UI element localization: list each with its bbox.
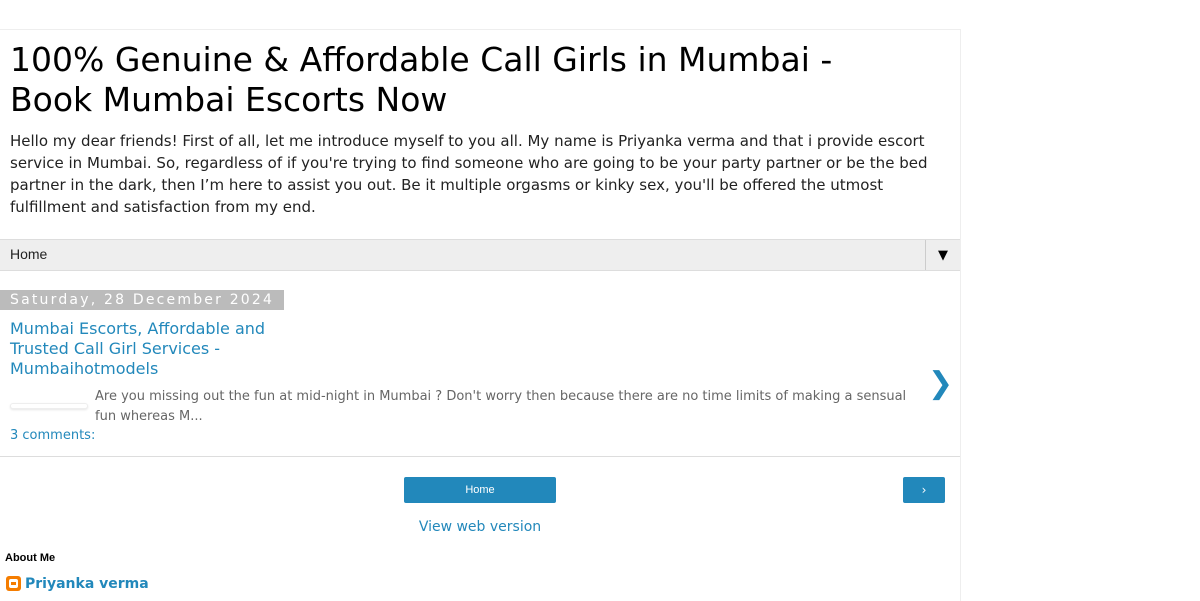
- post-snippet: Are you missing out the fun at mid-night…: [95, 389, 907, 424]
- mobile-nav-bar: Home ▼: [0, 239, 960, 271]
- comments-link[interactable]: 3 comments:: [10, 428, 95, 443]
- chevron-right-icon: ›: [921, 483, 927, 497]
- nav-dropdown-toggle[interactable]: ▼: [925, 240, 960, 270]
- about-me-heading: About Me: [5, 552, 56, 564]
- blog-page: 100% Genuine & Affordable Call Girls in …: [0, 29, 961, 601]
- post-title-link[interactable]: Mumbai Escorts, Affordable and Trusted C…: [10, 319, 270, 379]
- home-button[interactable]: Home: [404, 477, 556, 503]
- view-web-version-link[interactable]: View web version: [0, 519, 960, 535]
- post-thumbnail[interactable]: [10, 403, 88, 409]
- profile-name-link[interactable]: Priyanka verma: [25, 576, 149, 592]
- older-posts-button[interactable]: ›: [903, 477, 945, 503]
- blog-description: Hello my dear friends! First of all, let…: [10, 132, 928, 216]
- triangle-down-icon: ▼: [938, 247, 948, 263]
- blogger-icon: [6, 576, 21, 591]
- blog-title[interactable]: 100% Genuine & Affordable Call Girls in …: [10, 40, 910, 120]
- chevron-right-icon[interactable]: ❯: [928, 366, 953, 401]
- divider: [0, 456, 960, 457]
- post-date-header: Saturday, 28 December 2024: [0, 290, 285, 310]
- nav-home-link[interactable]: Home: [10, 246, 47, 262]
